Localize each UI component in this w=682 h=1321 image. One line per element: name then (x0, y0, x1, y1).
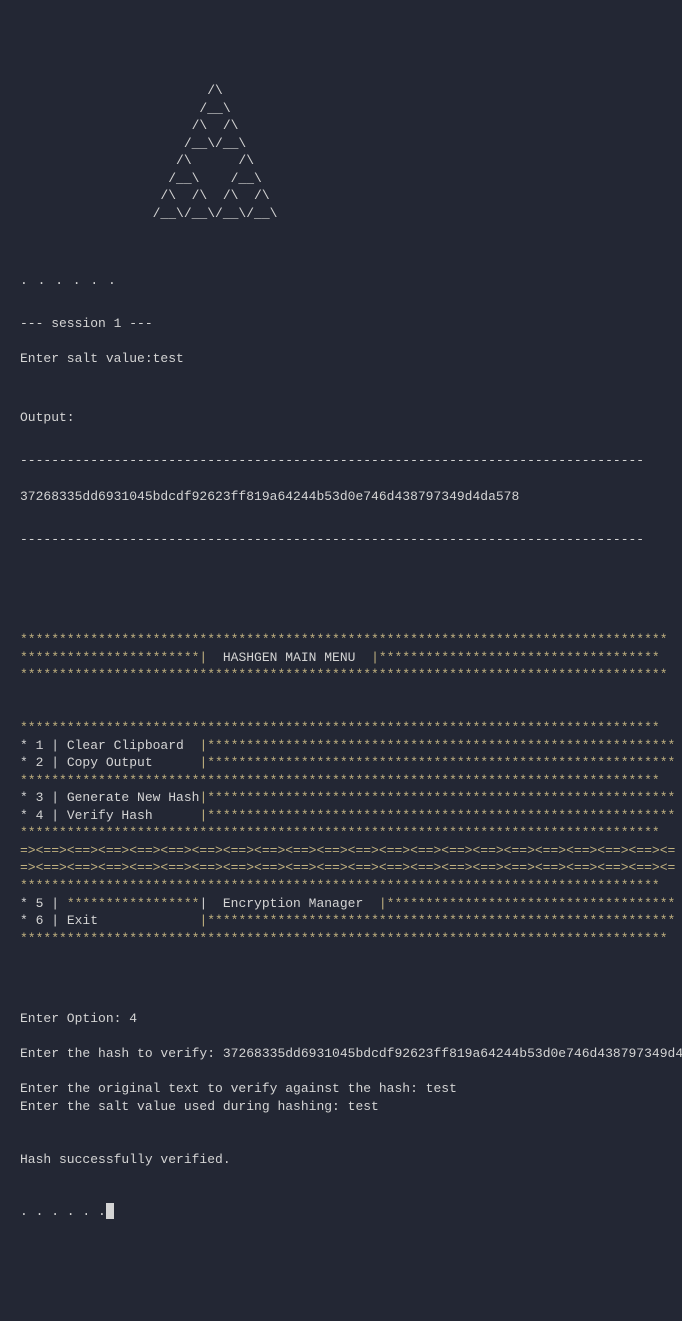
menu-title: HASHGEN MAIN MENU (207, 650, 371, 665)
salt-prompt: Enter salt value: (20, 351, 153, 366)
verify-text-line: Enter the original text to verify agains… (20, 1081, 457, 1096)
hash-output-value: 37268335dd6931045bdcdf92623ff819a64244b5… (20, 488, 662, 506)
verify-hash-line: Enter the hash to verify: 37268335dd6931… (20, 1046, 682, 1061)
menu-border-top-1: ****************************************… (20, 632, 668, 647)
menu-item-1[interactable]: * 1 | Clear Clipboard |*****************… (20, 738, 675, 753)
dash-line-bottom: ----------------------------------------… (20, 531, 662, 549)
menu-item-4[interactable]: * 4 | Verify Hash |*********************… (20, 808, 675, 823)
menu-item-3[interactable]: * 3 | Generate New Hash|****************… (20, 790, 675, 805)
salt-prompt-line: Enter salt value:test (20, 350, 662, 368)
menu-sep-4: ****************************************… (20, 878, 660, 893)
verify-salt-line: Enter the salt value used during hashing… (20, 1099, 379, 1114)
cursor[interactable] (106, 1203, 114, 1219)
menu-item-6[interactable]: * 6 | Exit |****************************… (20, 913, 675, 928)
success-message: Hash successfully verified. (20, 1152, 231, 1167)
menu-border-bottom: ****************************************… (20, 931, 668, 946)
sierpinski-logo: /\ /__\ /\ /\ /__\/__\ /\ /\ /__\ /__\ /… (20, 82, 662, 222)
dash-line-top: ----------------------------------------… (20, 452, 662, 470)
verify-hash-value[interactable]: 37268335dd6931045bdcdf92623ff819a64244b5… (223, 1046, 682, 1061)
verify-salt-value[interactable]: test (348, 1099, 379, 1114)
menu-divider-x-1: =><==><==><==><==><==><==><==><==><==><=… (20, 843, 675, 858)
session-header: --- session 1 --- (20, 315, 662, 333)
bottom-dots: . . . . . . (20, 1204, 106, 1219)
verify-hash-label: Enter the hash to verify: (20, 1046, 223, 1061)
menu-sep-3: ****************************************… (20, 825, 660, 840)
menu-divider-x-2: =><==><==><==><==><==><==><==><==><==><=… (20, 860, 675, 875)
menu-title-left: ***********************| (20, 650, 207, 665)
output-label: Output: (20, 409, 662, 427)
salt-input-value[interactable]: test (153, 351, 184, 366)
interaction-block: Enter Option: 4 Enter the hash to verify… (20, 993, 662, 1221)
verify-text-value[interactable]: test (426, 1081, 457, 1096)
menu-border-top-2: ****************************************… (20, 667, 668, 682)
menu-sep-2: ****************************************… (20, 773, 660, 788)
menu-title-right: |************************************ (371, 650, 660, 665)
separator-dots: . . . . . . (20, 272, 662, 290)
verify-text-label: Enter the original text to verify agains… (20, 1081, 426, 1096)
menu-sep-1: ****************************************… (20, 720, 660, 735)
session-label: --- session 1 --- (20, 316, 153, 331)
menu-item-2[interactable]: * 2 | Copy Output |*********************… (20, 755, 675, 770)
main-menu: ****************************************… (20, 614, 662, 947)
menu-item-5[interactable]: * 5 | *****************| Encryption Mana… (20, 896, 675, 911)
verify-salt-label: Enter the salt value used during hashing… (20, 1099, 348, 1114)
